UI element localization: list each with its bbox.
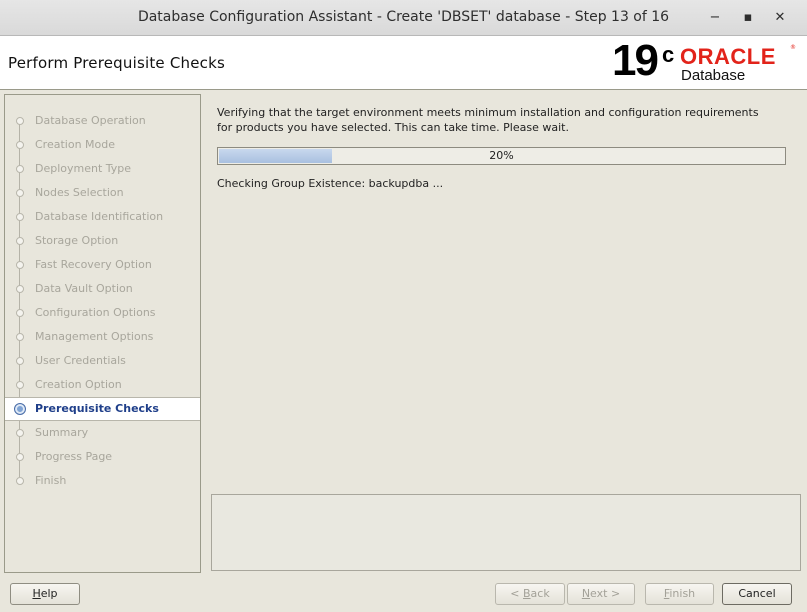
step-bullet-icon [16, 285, 24, 293]
logo-version: 19 [612, 36, 659, 85]
sidebar-step-nodes-selection[interactable]: Nodes Selection [5, 181, 200, 205]
minimize-icon[interactable]: − [705, 8, 725, 28]
current-step-icon [14, 403, 26, 415]
step-bullet-icon [16, 333, 24, 341]
logo-product: Database [681, 67, 746, 84]
logo-registered-mark: ® [790, 44, 796, 51]
content-panel: Verifying that the target environment me… [210, 94, 803, 573]
sidebar-step-label: Deployment Type [35, 162, 132, 175]
step-bullet-icon [16, 117, 24, 125]
sidebar-step-storage-option[interactable]: Storage Option [5, 229, 200, 253]
progress-percent-label: 20% [489, 149, 514, 162]
sidebar-step-summary[interactable]: Summary [5, 421, 200, 445]
sidebar-step-database-identification[interactable]: Database Identification [5, 205, 200, 229]
step-bullet-icon [16, 453, 24, 461]
step-bullet-icon [16, 309, 24, 317]
sidebar-step-deployment-type[interactable]: Deployment Type [5, 157, 200, 181]
step-bullet-icon [16, 261, 24, 269]
main-area: Database Operation Creation Mode Deploymen… [0, 90, 807, 580]
sidebar-step-creation-option[interactable]: Creation Option [5, 373, 200, 397]
step-bullet-icon [16, 213, 24, 221]
maximize-icon[interactable]: ▪ [738, 8, 758, 28]
button-bar: Help < Back Next > Finish Cancel [0, 580, 807, 612]
sidebar-step-database-operation[interactable]: Database Operation [5, 109, 200, 133]
sidebar-step-label: Creation Mode [35, 138, 116, 151]
sidebar-step-label: Nodes Selection [35, 186, 124, 199]
step-bullet-icon [16, 357, 24, 365]
back-button[interactable]: < Back [495, 583, 565, 605]
help-button[interactable]: Help [10, 583, 80, 605]
sidebar-step-label: User Credentials [35, 354, 126, 367]
description-line-1: Verifying that the target environment me… [217, 106, 759, 119]
sidebar-step-label: Prerequisite Checks [35, 402, 159, 415]
sidebar-step-label: Database Operation [35, 114, 146, 127]
description-text: Verifying that the target environment me… [217, 105, 797, 135]
next-button-label: ext > [590, 587, 621, 600]
cancel-button[interactable]: Cancel [722, 583, 792, 605]
sidebar-step-label: Progress Page [35, 450, 113, 463]
step-bullet-icon [16, 141, 24, 149]
sidebar-step-label: Database Identification [35, 210, 164, 223]
logo-version-suffix: c [662, 42, 675, 67]
finish-button-label: inish [669, 587, 696, 600]
step-bullet-icon [16, 237, 24, 245]
next-button[interactable]: Next > [567, 583, 635, 605]
step-bullet-icon [16, 429, 24, 437]
step-bullet-icon [16, 477, 24, 485]
steps-list: Database Operation Creation Mode Deploymen… [5, 109, 200, 493]
sidebar-step-configuration-options[interactable]: Configuration Options [5, 301, 200, 325]
sidebar-step-label: Creation Option [35, 378, 122, 391]
page-title: Perform Prerequisite Checks [8, 54, 225, 72]
sidebar-step-label: Storage Option [35, 234, 119, 247]
back-button-mnemonic: B [523, 587, 531, 600]
next-button-mnemonic: N [581, 587, 591, 600]
oracle-logo: 19 c ORACLE ® Database [612, 36, 802, 86]
sidebar-step-label: Configuration Options [35, 306, 156, 319]
sidebar-step-label: Data Vault Option [35, 282, 133, 295]
sidebar-step-finish[interactable]: Finish [5, 469, 200, 493]
page-header: Perform Prerequisite Checks 19 c ORACLE … [0, 36, 807, 90]
sidebar-step-prerequisite-checks[interactable]: Prerequisite Checks [5, 397, 200, 421]
sidebar-step-user-credentials[interactable]: User Credentials [5, 349, 200, 373]
close-icon[interactable]: ✕ [770, 8, 790, 28]
progress-bar: 20% [217, 147, 786, 165]
help-button-label: elp [40, 587, 58, 600]
step-bullet-icon [16, 165, 24, 173]
status-text: Checking Group Existence: backupdba ... [217, 177, 444, 190]
step-bullet-icon [16, 189, 24, 197]
sidebar-step-creation-mode[interactable]: Creation Mode [5, 133, 200, 157]
sidebar-step-label: Finish [35, 474, 67, 487]
sidebar-step-management-options[interactable]: Management Options [5, 325, 200, 349]
description-line-2: for products you have selected. This can… [217, 121, 569, 134]
window-title: Database Configuration Assistant - Creat… [137, 9, 670, 25]
window-titlebar: Database Configuration Assistant - Creat… [0, 0, 807, 36]
sidebar-step-progress-page[interactable]: Progress Page [5, 445, 200, 469]
back-button-label: ack [530, 587, 550, 600]
sidebar-step-label: Fast Recovery Option [35, 258, 152, 271]
step-bullet-icon [16, 381, 24, 389]
help-button-mnemonic: H [32, 587, 41, 600]
details-text-area[interactable] [211, 494, 801, 571]
sidebar-step-label: Management Options [35, 330, 154, 343]
back-button-prefix: < [510, 587, 523, 600]
sidebar-step-fast-recovery-option[interactable]: Fast Recovery Option [5, 253, 200, 277]
sidebar-step-data-vault-option[interactable]: Data Vault Option [5, 277, 200, 301]
finish-button[interactable]: Finish [645, 583, 714, 605]
sidebar-step-label: Summary [35, 426, 89, 439]
steps-sidebar: Database Operation Creation Mode Deploymen… [4, 94, 201, 573]
